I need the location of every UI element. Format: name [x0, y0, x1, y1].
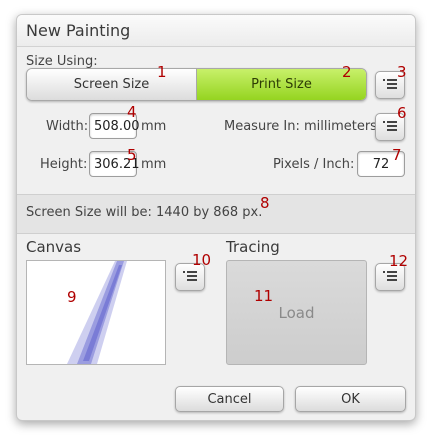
canvas-section-title: Canvas	[26, 238, 82, 256]
marker-9: 9	[67, 288, 77, 306]
list-menu-icon	[383, 121, 397, 131]
size-using-label: Size Using:	[26, 54, 98, 69]
marker-8: 8	[260, 194, 270, 212]
marker-4: 4	[127, 103, 137, 121]
ok-button[interactable]: OK	[295, 386, 406, 412]
print-size-button[interactable]: Print Size	[197, 69, 366, 100]
marker-11: 11	[254, 287, 274, 305]
canvas-preview[interactable]	[26, 260, 166, 365]
marker-12: 12	[389, 252, 409, 270]
height-label: Height:	[40, 157, 88, 172]
pixels-per-inch-label: Pixels / Inch:	[273, 157, 355, 172]
marker-6: 6	[397, 104, 407, 122]
list-menu-icon	[183, 271, 197, 281]
tracing-load-area[interactable]: Load	[226, 260, 367, 365]
list-menu-icon	[383, 271, 397, 281]
brush-stroke-preview	[67, 261, 127, 364]
height-unit: mm	[141, 157, 167, 172]
tracing-load-label: Load	[278, 303, 315, 322]
marker-1: 1	[157, 63, 167, 81]
screen-size-info-bar: Screen Size will be: 1440 by 868 px.	[17, 194, 415, 234]
screen-size-info-text: Screen Size will be: 1440 by 868 px.	[26, 205, 263, 220]
marker-2: 2	[342, 63, 352, 81]
size-using-segmented-control: Screen Size Print Size	[26, 68, 367, 101]
width-label: Width:	[46, 119, 89, 134]
marker-10: 10	[192, 251, 212, 269]
marker-7: 7	[392, 146, 402, 164]
list-menu-icon	[383, 79, 397, 89]
tracing-section-title: Tracing	[226, 238, 280, 256]
width-unit: mm	[141, 119, 167, 134]
measure-in-label: Measure In: millimeters	[224, 119, 377, 134]
marker-5: 5	[127, 146, 137, 164]
dialog-title-bar: New Painting	[17, 15, 415, 47]
cancel-button[interactable]: Cancel	[175, 386, 284, 412]
screen-size-button[interactable]: Screen Size	[27, 69, 197, 100]
new-painting-dialog: New Painting Size Using: Screen Size Pri…	[16, 14, 416, 421]
marker-3: 3	[397, 63, 407, 81]
dialog-title: New Painting	[26, 21, 131, 40]
